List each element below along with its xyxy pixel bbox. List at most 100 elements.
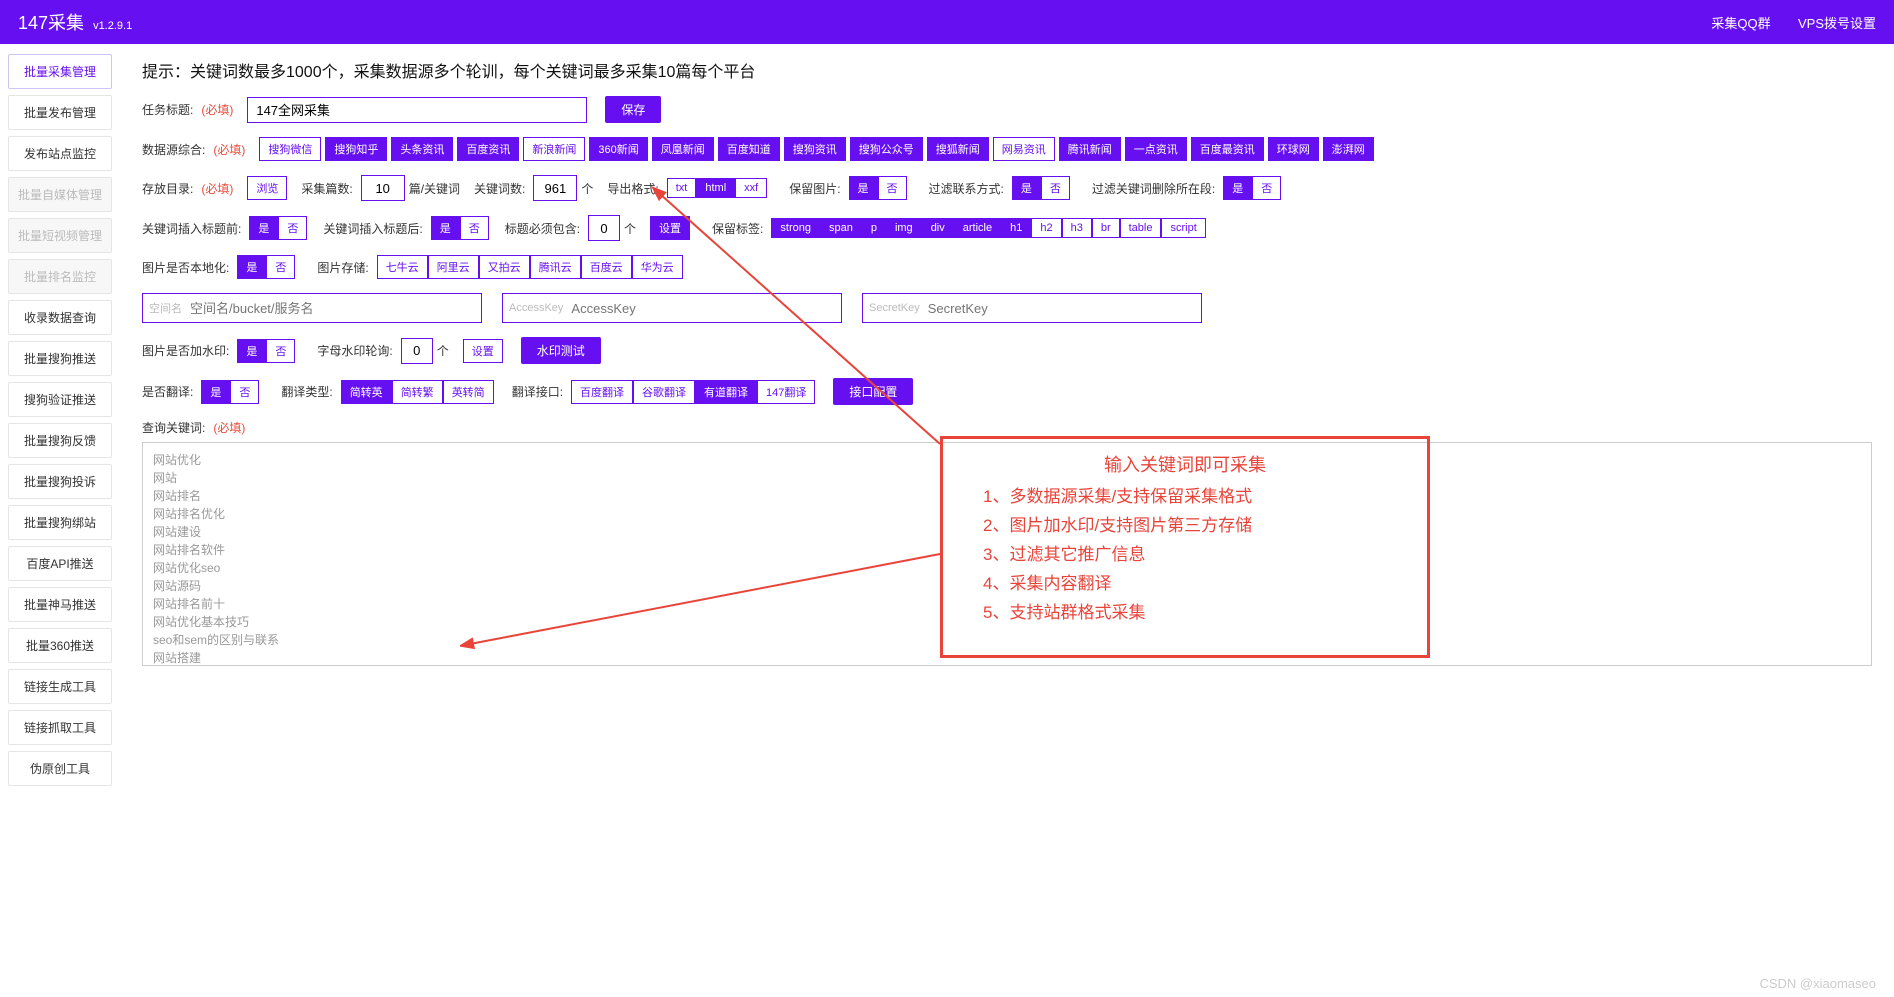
source-tag-1[interactable]: 搜狗知乎 <box>325 137 387 161</box>
sidebar-item-10[interactable]: 批量搜狗投诉 <box>8 464 112 499</box>
sidebar-item-0[interactable]: 批量采集管理 <box>8 54 112 89</box>
keep-tag-3[interactable]: img <box>886 218 922 238</box>
wm-test-button[interactable]: 水印测试 <box>521 337 601 364</box>
source-tag-4[interactable]: 新浪新闻 <box>523 137 585 161</box>
source-tag-9[interactable]: 搜狗公众号 <box>850 137 923 161</box>
cloud-store-4[interactable]: 百度云 <box>581 255 632 279</box>
keep-tag-10[interactable]: table <box>1120 218 1162 238</box>
wm-yn-0[interactable]: 是 <box>237 339 266 363</box>
keep-tag-11[interactable]: script <box>1161 218 1205 238</box>
keep-tag-0[interactable]: strong <box>771 218 820 238</box>
keep-tag-9[interactable]: br <box>1092 218 1120 238</box>
trans-type-2[interactable]: 英转简 <box>443 380 494 404</box>
filter-contact-1[interactable]: 否 <box>1041 176 1070 200</box>
local-yn-1[interactable]: 否 <box>266 255 295 279</box>
source-tag-10[interactable]: 搜狐新闻 <box>927 137 989 161</box>
sidebar-item-15[interactable]: 链接生成工具 <box>8 669 112 704</box>
source-tag-14[interactable]: 百度最资讯 <box>1191 137 1264 161</box>
source-tag-6[interactable]: 凤凰新闻 <box>652 137 714 161</box>
secretkey-input[interactable] <box>928 301 1195 316</box>
sidebar-item-7[interactable]: 批量搜狗推送 <box>8 341 112 376</box>
insert-pre-0[interactable]: 是 <box>249 216 278 240</box>
source-tag-3[interactable]: 百度资讯 <box>457 137 519 161</box>
source-tag-13[interactable]: 一点资讯 <box>1125 137 1187 161</box>
wm-rot-input[interactable] <box>401 338 433 364</box>
wm-yn-1[interactable]: 否 <box>266 339 295 363</box>
sidebar-item-6[interactable]: 收录数据查询 <box>8 300 112 335</box>
keep-tag-8[interactable]: h3 <box>1062 218 1092 238</box>
source-tag-8[interactable]: 搜狗资讯 <box>784 137 846 161</box>
insert-post-0[interactable]: 是 <box>431 216 460 240</box>
source-tag-12[interactable]: 腾讯新闻 <box>1059 137 1121 161</box>
bucket-input[interactable] <box>190 301 475 316</box>
trans-api-0[interactable]: 百度翻译 <box>571 380 633 404</box>
cloud-store-2[interactable]: 又拍云 <box>479 255 530 279</box>
count-input[interactable] <box>361 175 405 201</box>
accesskey-input[interactable] <box>571 301 835 316</box>
source-tag-5[interactable]: 360新闻 <box>589 137 647 161</box>
sidebar-item-9[interactable]: 批量搜狗反馈 <box>8 423 112 458</box>
sidebar-item-13[interactable]: 批量神马推送 <box>8 587 112 622</box>
sidebar-item-11[interactable]: 批量搜狗绑站 <box>8 505 112 540</box>
cloud-store-1[interactable]: 阿里云 <box>428 255 479 279</box>
save-button[interactable]: 保存 <box>605 96 661 123</box>
export-fmt-0[interactable]: txt <box>667 178 697 198</box>
local-yn-0[interactable]: 是 <box>237 255 266 279</box>
source-tag-15[interactable]: 环球网 <box>1268 137 1319 161</box>
filter-contact-0[interactable]: 是 <box>1012 176 1041 200</box>
must-count-input[interactable] <box>588 215 620 241</box>
kw-count-input[interactable] <box>533 175 577 201</box>
bucket-field[interactable]: 空间名 <box>142 293 482 323</box>
link-vps-dial[interactable]: VPS拨号设置 <box>1798 16 1876 31</box>
cloud-store-3[interactable]: 腾讯云 <box>530 255 581 279</box>
accesskey-field[interactable]: AccessKey <box>502 293 842 323</box>
sidebar-item-17[interactable]: 伪原创工具 <box>8 751 112 786</box>
trans-api-3[interactable]: 147翻译 <box>757 380 815 404</box>
keep-tag-5[interactable]: article <box>954 218 1001 238</box>
sidebar-item-4: 批量短视频管理 <box>8 218 112 253</box>
sidebar-item-14[interactable]: 批量360推送 <box>8 628 112 663</box>
source-tag-0[interactable]: 搜狗微信 <box>259 137 321 161</box>
cloud-store-5[interactable]: 华为云 <box>632 255 683 279</box>
source-tag-2[interactable]: 头条资讯 <box>391 137 453 161</box>
source-tag-11[interactable]: 网易资讯 <box>993 137 1055 161</box>
trans-cfg-button[interactable]: 接口配置 <box>833 378 913 405</box>
trans-yn-0[interactable]: 是 <box>201 380 230 404</box>
export-fmt-2[interactable]: xxf <box>735 178 767 198</box>
main-panel: 提示：关键词数最多1000个，采集数据源多个轮训，每个关键词最多采集10篇每个平… <box>120 44 1894 796</box>
app-header: 147采集 v1.2.9.1 采集QQ群 VPS拨号设置 <box>0 0 1894 44</box>
trans-type-0[interactable]: 简转英 <box>341 380 392 404</box>
secretkey-field[interactable]: SecretKey <box>862 293 1202 323</box>
keep-tag-4[interactable]: div <box>922 218 954 238</box>
annot-line-5: 5、支持站群格式采集 <box>983 599 1387 628</box>
keep-tag-6[interactable]: h1 <box>1001 218 1031 238</box>
browse-button[interactable]: 浏览 <box>247 176 287 200</box>
sidebar-item-12[interactable]: 百度API推送 <box>8 546 112 581</box>
insert-post-1[interactable]: 否 <box>460 216 489 240</box>
keep-tag-1[interactable]: span <box>820 218 862 238</box>
sidebar-item-1[interactable]: 批量发布管理 <box>8 95 112 130</box>
link-qq-group[interactable]: 采集QQ群 <box>1711 16 1770 31</box>
cloud-store-0[interactable]: 七牛云 <box>377 255 428 279</box>
keep-tag-7[interactable]: h2 <box>1031 218 1061 238</box>
keep-tag-2[interactable]: p <box>862 218 886 238</box>
trans-type-1[interactable]: 简转繁 <box>392 380 443 404</box>
sidebar-item-2[interactable]: 发布站点监控 <box>8 136 112 171</box>
keep-img-0[interactable]: 是 <box>849 176 878 200</box>
keep-img-1[interactable]: 否 <box>878 176 907 200</box>
must-set-button[interactable]: 设置 <box>650 216 690 240</box>
sidebar-item-8[interactable]: 搜狗验证推送 <box>8 382 112 417</box>
trans-api-2[interactable]: 有道翻译 <box>695 380 757 404</box>
export-fmt-1[interactable]: html <box>696 178 735 198</box>
trans-api-1[interactable]: 谷歌翻译 <box>633 380 695 404</box>
csdn-watermark: CSDN @xiaomaseo <box>1759 976 1876 991</box>
filter-del-0[interactable]: 是 <box>1223 176 1252 200</box>
trans-yn-1[interactable]: 否 <box>230 380 259 404</box>
filter-del-1[interactable]: 否 <box>1252 176 1281 200</box>
wm-set-button[interactable]: 设置 <box>463 339 503 363</box>
task-title-input[interactable] <box>247 97 587 123</box>
sidebar-item-16[interactable]: 链接抓取工具 <box>8 710 112 745</box>
source-tag-7[interactable]: 百度知道 <box>718 137 780 161</box>
insert-pre-1[interactable]: 否 <box>278 216 307 240</box>
source-tag-16[interactable]: 澎湃网 <box>1323 137 1374 161</box>
